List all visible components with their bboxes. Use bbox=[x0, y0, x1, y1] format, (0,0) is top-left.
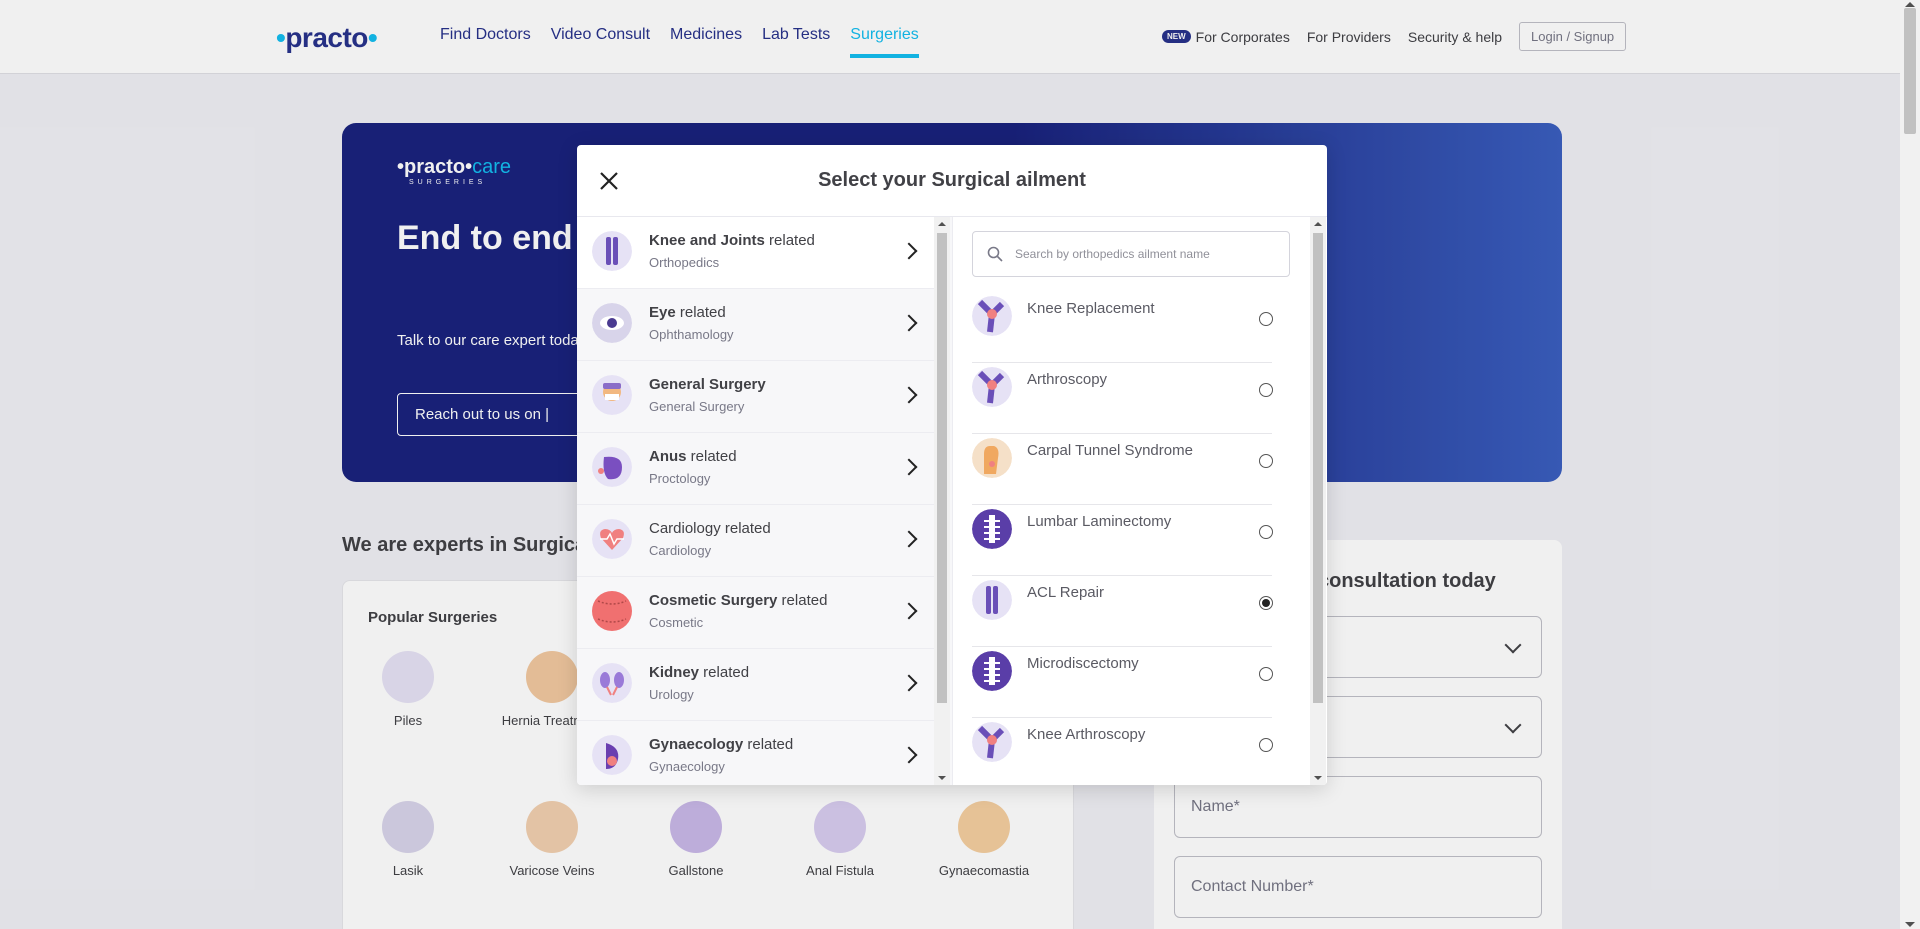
category-item-proctology[interactable]: Anus related Proctology bbox=[577, 433, 934, 505]
ailment-option-knee-replacement[interactable]: Knee Replacement bbox=[972, 292, 1273, 363]
category-item-urology[interactable]: Kidney related Urology bbox=[577, 649, 934, 721]
hand-icon bbox=[972, 438, 1012, 478]
scroll-down-icon[interactable] bbox=[938, 776, 946, 780]
scroll-up-icon[interactable] bbox=[1905, 2, 1915, 7]
chevron-right-icon bbox=[900, 386, 918, 404]
pregnancy-icon bbox=[592, 735, 632, 775]
chevron-right-icon bbox=[900, 458, 918, 476]
ailment-option-acl-repair[interactable]: ACL Repair bbox=[972, 576, 1273, 647]
radio-button[interactable] bbox=[1259, 312, 1273, 326]
category-item-general-surgery[interactable]: General Surgery General Surgery bbox=[577, 361, 934, 433]
ailment-option-knee-arthroscopy[interactable]: Knee Arthroscopy bbox=[972, 718, 1273, 785]
surgical-ailment-modal: Select your Surgical ailment Knee and Jo… bbox=[577, 145, 1327, 785]
ailment-option-microdiscectomy[interactable]: Microdiscectomy bbox=[972, 647, 1273, 718]
radio-button[interactable] bbox=[1259, 383, 1273, 397]
knee-icon bbox=[972, 296, 1012, 336]
radio-button-selected[interactable] bbox=[1259, 596, 1273, 610]
heart-icon bbox=[592, 519, 632, 559]
category-item-cosmetic[interactable]: Cosmetic Surgery related Cosmetic bbox=[577, 577, 934, 649]
scroll-down-icon[interactable] bbox=[1905, 922, 1915, 927]
spine-icon bbox=[972, 651, 1012, 691]
chevron-right-icon bbox=[900, 242, 918, 260]
page-scrollbar[interactable] bbox=[1900, 0, 1920, 929]
eye-icon bbox=[592, 303, 632, 343]
ailment-option-lumbar-laminectomy[interactable]: Lumbar Laminectomy bbox=[972, 505, 1273, 576]
knee-joint-icon bbox=[972, 580, 1012, 620]
chevron-right-icon bbox=[900, 602, 918, 620]
category-item-cardiology[interactable]: Cardiology related Cardiology bbox=[577, 505, 934, 577]
knee-icon bbox=[972, 367, 1012, 407]
ailment-option-carpal-tunnel[interactable]: Carpal Tunnel Syndrome bbox=[972, 434, 1273, 505]
spine-icon bbox=[972, 509, 1012, 549]
knee-icon bbox=[972, 722, 1012, 762]
scroll-up-icon[interactable] bbox=[1314, 222, 1322, 226]
scrollbar-thumb[interactable] bbox=[1904, 8, 1916, 134]
radio-button[interactable] bbox=[1259, 738, 1273, 752]
chevron-right-icon bbox=[900, 530, 918, 548]
category-item-orthopedics[interactable]: Knee and Joints related Orthopedics bbox=[577, 217, 934, 289]
radio-button[interactable] bbox=[1259, 454, 1273, 468]
knee-joint-icon bbox=[592, 231, 632, 271]
category-item-gynaecology[interactable]: Gynaecology related Gynaecology bbox=[577, 721, 934, 785]
kidney-icon bbox=[592, 663, 632, 703]
radio-button[interactable] bbox=[1259, 525, 1273, 539]
chevron-right-icon bbox=[900, 674, 918, 692]
ailment-option-arthroscopy[interactable]: Arthroscopy bbox=[972, 363, 1273, 434]
ailment-scrollbar[interactable] bbox=[1310, 217, 1326, 785]
anus-icon bbox=[592, 447, 632, 487]
ailment-search-box[interactable] bbox=[972, 231, 1290, 277]
radio-button[interactable] bbox=[1259, 667, 1273, 681]
modal-title: Select your Surgical ailment bbox=[818, 169, 1086, 191]
category-item-eye[interactable]: Eye related Ophthamology bbox=[577, 289, 934, 361]
scrollbar-thumb[interactable] bbox=[937, 233, 947, 703]
search-icon bbox=[987, 246, 1003, 262]
cosmetic-icon bbox=[592, 591, 632, 631]
modal-header: Select your Surgical ailment bbox=[577, 145, 1327, 217]
scroll-down-icon[interactable] bbox=[1314, 776, 1322, 780]
chevron-right-icon bbox=[900, 746, 918, 764]
scroll-up-icon[interactable] bbox=[938, 222, 946, 226]
chevron-right-icon bbox=[900, 314, 918, 332]
ailment-search-input[interactable] bbox=[1015, 242, 1275, 266]
category-list: Knee and Joints related Orthopedics Eye … bbox=[577, 217, 952, 785]
scrollbar-thumb[interactable] bbox=[1313, 233, 1323, 703]
surgeon-icon bbox=[592, 375, 632, 415]
category-scrollbar[interactable] bbox=[934, 217, 950, 785]
